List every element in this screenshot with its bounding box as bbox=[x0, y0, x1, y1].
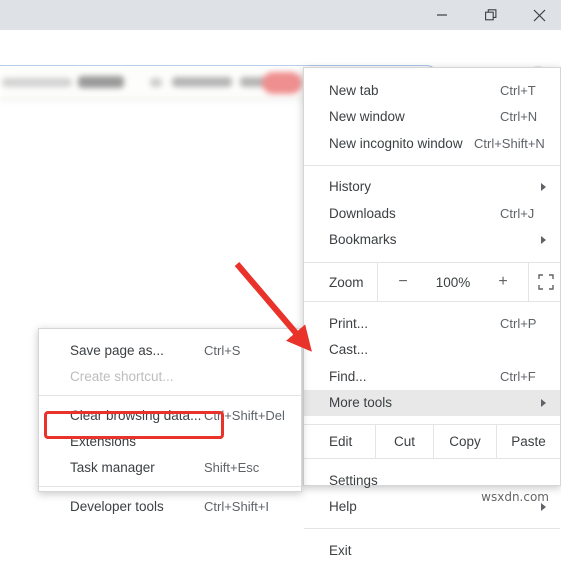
menu-item-label: New incognito window bbox=[329, 135, 463, 151]
menu-item-shortcut: Ctrl+F bbox=[500, 368, 536, 384]
menu-item-label: Print... bbox=[329, 315, 369, 331]
close-icon bbox=[533, 9, 545, 21]
submenu-separator bbox=[39, 395, 301, 396]
menu-item-label: New window bbox=[329, 109, 405, 125]
blur-blob bbox=[262, 72, 302, 94]
submenu-separator bbox=[39, 486, 301, 487]
blur-blob bbox=[2, 78, 72, 87]
copy-button[interactable]: Copy bbox=[433, 425, 496, 458]
menu-spacer bbox=[304, 253, 560, 262]
submenu-item-label: Task manager bbox=[70, 459, 155, 475]
menu-spacer bbox=[304, 416, 560, 424]
submenu-item-create-shortcut: Create shortcut... bbox=[39, 363, 301, 389]
red-arrow-annotation bbox=[234, 262, 312, 352]
menu-item-shortcut: Ctrl+T bbox=[500, 82, 536, 98]
menu-item-label: More tools bbox=[329, 395, 393, 411]
minimize-button[interactable] bbox=[419, 0, 465, 30]
menu-item-history[interactable]: History bbox=[304, 174, 560, 201]
menu-item-label: Cast... bbox=[329, 342, 369, 358]
chevron-right-icon bbox=[541, 182, 546, 191]
cut-button[interactable]: Cut bbox=[375, 425, 433, 458]
minimize-icon bbox=[437, 14, 447, 16]
edit-label: Edit bbox=[329, 434, 353, 449]
menu-separator bbox=[304, 528, 560, 529]
menu-item-label: Settings bbox=[329, 472, 378, 488]
submenu-item-label: Clear browsing data... bbox=[70, 407, 202, 423]
chevron-right-icon bbox=[541, 235, 546, 244]
menu-item-label: Exit bbox=[329, 542, 352, 558]
menu-item-label: Bookmarks bbox=[329, 232, 397, 248]
submenu-item-task-manager[interactable]: Task manager Shift+Esc bbox=[39, 454, 301, 480]
menu-spacer bbox=[304, 302, 560, 310]
menu-item-shortcut: Ctrl+Shift+N bbox=[474, 135, 545, 151]
menu-item-label: New tab bbox=[329, 82, 379, 98]
menu-spacer bbox=[304, 459, 560, 467]
submenu-item-label: Developer tools bbox=[70, 498, 164, 514]
close-button[interactable] bbox=[516, 0, 561, 30]
arrow-line bbox=[234, 262, 312, 352]
blurred-page-header bbox=[0, 68, 310, 100]
menu-item-cast[interactable]: Cast... bbox=[304, 337, 560, 364]
restore-button[interactable] bbox=[468, 0, 514, 30]
menu-top-padding bbox=[304, 68, 560, 77]
menu-item-downloads[interactable]: Downloads Ctrl+J bbox=[304, 200, 560, 227]
menu-item-shortcut: Ctrl+N bbox=[500, 109, 538, 125]
browser-toolbar: G M bbox=[0, 30, 561, 94]
menu-item-print[interactable]: Print... Ctrl+P bbox=[304, 310, 560, 337]
menu-item-shortcut: Ctrl+J bbox=[500, 205, 535, 221]
submenu-item-extensions[interactable]: Extensions bbox=[39, 428, 301, 454]
menu-item-new-incognito-window[interactable]: New incognito window Ctrl+Shift+N bbox=[304, 130, 560, 157]
menu-item-exit[interactable]: Exit bbox=[304, 537, 560, 564]
menu-item-label: Downloads bbox=[329, 205, 396, 221]
submenu-item-developer-tools[interactable]: Developer tools Ctrl+Shift+I bbox=[39, 493, 301, 519]
submenu-item-shortcut: Ctrl+Shift+I bbox=[204, 498, 270, 514]
blur-blob bbox=[150, 78, 162, 87]
window-title-bar bbox=[0, 0, 561, 30]
menu-edit-row: Edit Cut Copy Paste bbox=[304, 424, 560, 459]
zoom-out-button[interactable]: − bbox=[396, 273, 410, 291]
menu-item-label: Find... bbox=[329, 368, 367, 384]
submenu-item-shortcut: Shift+Esc bbox=[204, 459, 260, 475]
chrome-main-menu: New tab Ctrl+T New window Ctrl+N New inc… bbox=[303, 67, 561, 558]
watermark-text: wsxdn.com bbox=[481, 490, 549, 504]
blur-blob bbox=[172, 77, 232, 87]
submenu-item-shortcut: Ctrl+Shift+Del bbox=[204, 407, 285, 423]
menu-item-shortcut: Ctrl+P bbox=[500, 315, 537, 331]
paste-button[interactable]: Paste bbox=[496, 425, 560, 458]
menu-item-more-tools[interactable]: More tools bbox=[304, 389, 560, 416]
menu-item-bookmarks[interactable]: Bookmarks bbox=[304, 227, 560, 254]
submenu-item-clear-browsing-data[interactable]: Clear browsing data... Ctrl+Shift+Del bbox=[39, 402, 301, 428]
menu-item-new-tab[interactable]: New tab Ctrl+T bbox=[304, 77, 560, 104]
zoom-controls: − 100% + bbox=[377, 263, 529, 301]
zoom-in-button[interactable]: + bbox=[496, 273, 510, 291]
submenu-item-label: Create shortcut... bbox=[70, 368, 174, 384]
menu-item-new-window[interactable]: New window Ctrl+N bbox=[304, 104, 560, 131]
fullscreen-button[interactable] bbox=[529, 263, 561, 301]
menu-item-label: History bbox=[329, 179, 372, 195]
fullscreen-icon bbox=[537, 274, 554, 290]
submenu-item-label: Save page as... bbox=[70, 342, 164, 358]
menu-item-label: Help bbox=[329, 499, 357, 515]
blur-blob bbox=[78, 76, 124, 88]
restore-icon bbox=[484, 8, 496, 20]
submenu-item-label: Extensions bbox=[70, 433, 137, 449]
menu-zoom-row: Zoom − 100% + bbox=[304, 262, 560, 302]
menu-separator bbox=[304, 164, 560, 166]
zoom-level-value: 100% bbox=[435, 274, 471, 290]
zoom-label: Zoom bbox=[329, 274, 364, 290]
menu-item-find[interactable]: Find... Ctrl+F bbox=[304, 363, 560, 390]
chevron-right-icon bbox=[541, 398, 546, 407]
